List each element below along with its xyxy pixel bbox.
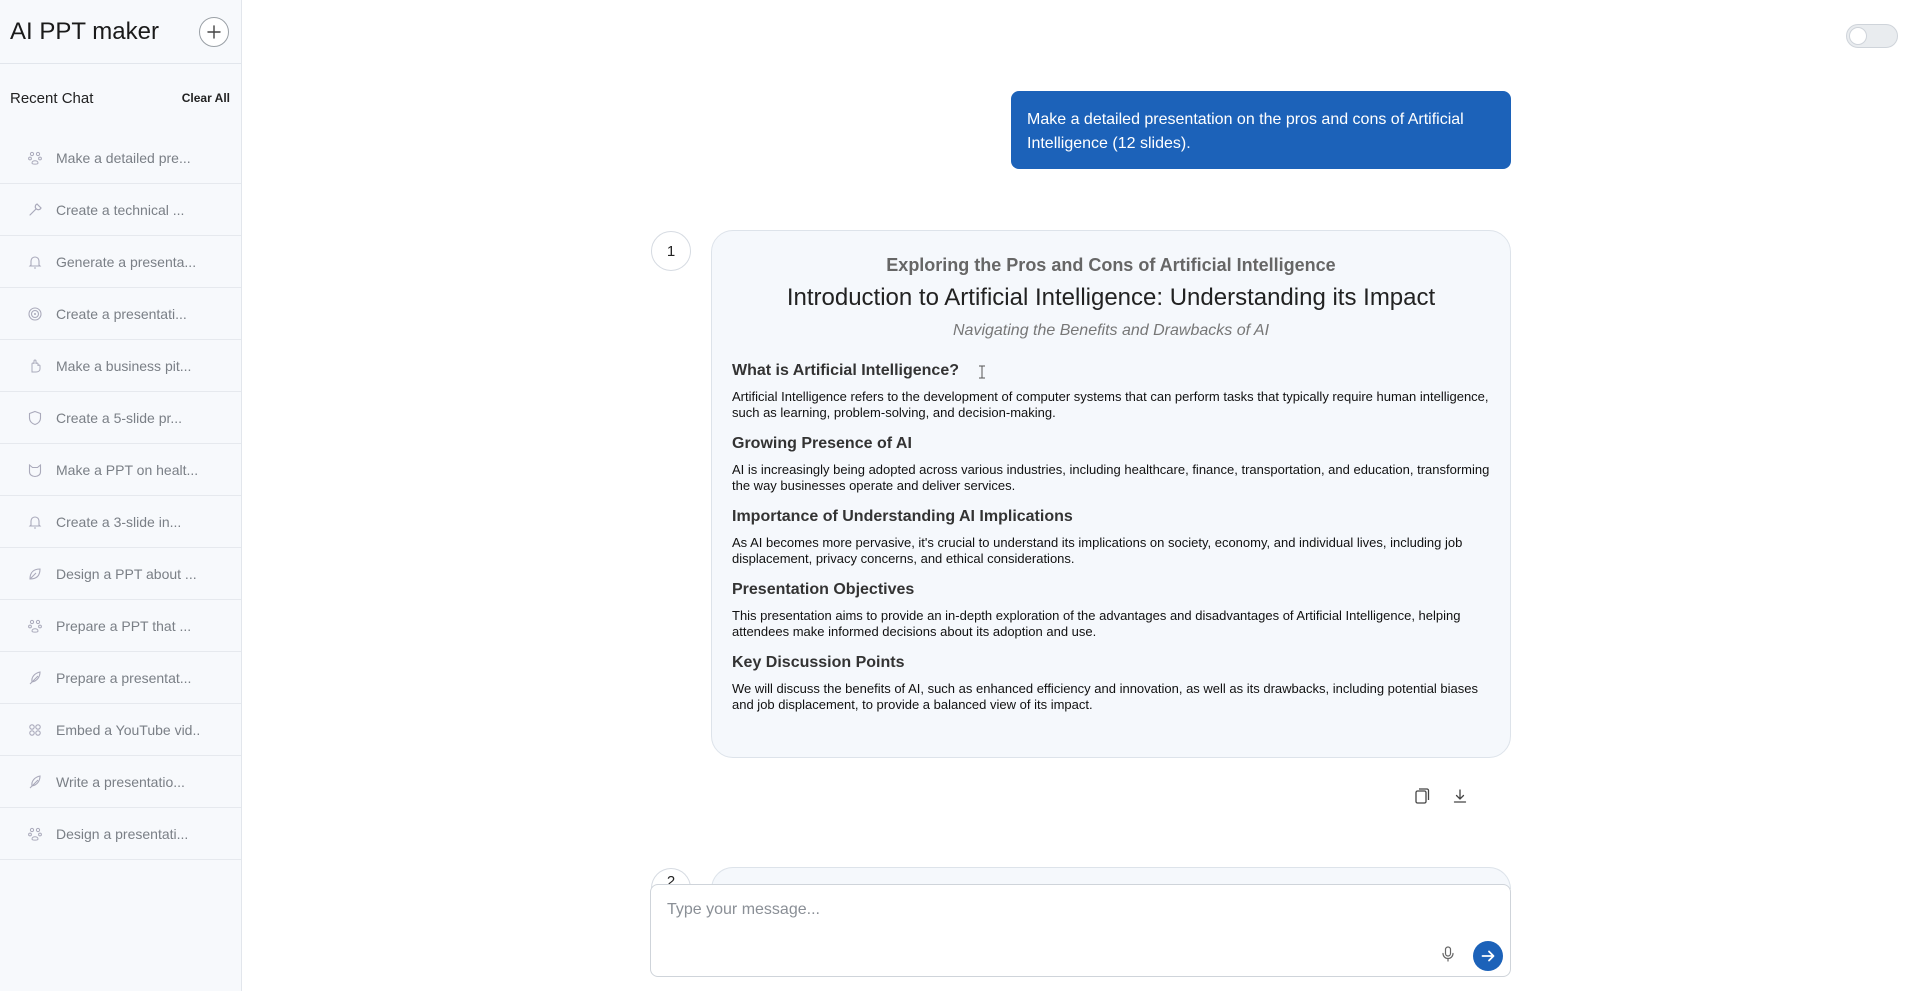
section-heading: Key Discussion Points: [732, 654, 905, 671]
slide-section: What is Artificial Intelligence? Artific…: [732, 362, 1490, 421]
bell-icon: [26, 253, 44, 271]
cat-icon: [26, 461, 44, 479]
recent-chat-label: Make a detailed pre...: [56, 149, 191, 166]
paw-icon: [26, 149, 44, 167]
toggle-knob: [1849, 27, 1867, 45]
text-cursor-icon: [979, 365, 985, 379]
theme-toggle[interactable]: [1846, 24, 1898, 48]
slide-header: Exploring the Pros and Cons of Artificia…: [732, 255, 1490, 340]
bell-icon: [26, 513, 44, 531]
recent-chat-item[interactable]: Create a 5-slide pr...: [0, 392, 241, 444]
section-body: AI is increasingly being adopted across …: [732, 462, 1490, 493]
recent-chat-label: Create a presentati...: [56, 305, 187, 322]
feather-icon: [26, 669, 44, 687]
recent-chat-label: Generate a presenta...: [56, 253, 197, 270]
recent-chat-item[interactable]: Write a presentatio...: [0, 756, 241, 808]
app-title: AI PPT maker: [10, 17, 159, 45]
recent-chat-item[interactable]: Design a presentati...: [0, 808, 241, 860]
slide-subtitle: Navigating the Benefits and Drawbacks of…: [952, 322, 1270, 339]
spiral-icon: [26, 305, 44, 323]
slide-number-badge: 1: [651, 231, 691, 271]
leaf-icon: [26, 565, 44, 583]
microphone-icon: [1442, 946, 1454, 962]
recent-chat-label: Write a presentatio...: [56, 773, 185, 790]
section-body: Artificial Intelligence refers to the de…: [732, 389, 1489, 420]
recent-chat-item[interactable]: Make a business pit...: [0, 340, 241, 392]
download-icon: [1453, 789, 1467, 803]
slide-section: Growing Presence of AI AI is increasingl…: [732, 435, 1490, 494]
recent-chat-label: Create a 5-slide pr...: [56, 409, 183, 426]
mic-button[interactable]: [1437, 942, 1459, 966]
recent-chat-label: Prepare a presentat...: [56, 669, 192, 686]
sidebar-header: AI PPT maker: [0, 0, 241, 64]
section-body: We will discuss the benefits of AI, such…: [732, 681, 1478, 712]
section-body: This presentation aims to provide an in-…: [732, 608, 1461, 639]
hand-icon: [26, 357, 44, 375]
recent-chat-label: Embed a YouTube vid..: [56, 721, 201, 738]
paw-icon: [26, 825, 44, 843]
slide-actions: [1412, 786, 1470, 806]
recent-chat-label: Design a presentati...: [56, 825, 189, 842]
recent-chat-label: Create a 3-slide in...: [56, 513, 182, 530]
slide-section: Presentation Objectives This presentatio…: [732, 581, 1490, 640]
message-composer: [650, 884, 1511, 977]
recent-chat-item[interactable]: Make a detailed pre...: [0, 132, 241, 184]
grid-icon: [26, 721, 44, 739]
recent-chat-item[interactable]: Create a technical ...: [0, 184, 241, 236]
download-button[interactable]: [1450, 786, 1470, 806]
slide-title: Introduction to Artificial Intelligence:…: [786, 284, 1436, 311]
recent-chat-list: Make a detailed pre... Create a technica…: [0, 132, 241, 860]
new-chat-button[interactable]: [199, 16, 229, 47]
shield-icon: [26, 409, 44, 427]
recent-chat-item[interactable]: Embed a YouTube vid..: [0, 704, 241, 756]
recent-chat-item[interactable]: Create a 3-slide in...: [0, 496, 241, 548]
recent-chat-item[interactable]: Design a PPT about ...: [0, 548, 241, 600]
paw-icon: [26, 617, 44, 635]
section-heading: Growing Presence of AI: [732, 435, 912, 452]
message-input[interactable]: [667, 901, 1447, 941]
slide-kicker: Exploring the Pros and Cons of Artificia…: [886, 255, 1336, 275]
recent-chat-item[interactable]: Create a presentati...: [0, 288, 241, 340]
slide-section: Importance of Understanding AI Implicati…: [732, 508, 1490, 567]
section-body: As AI becomes more pervasive, it's cruci…: [732, 535, 1463, 566]
section-heading: What is Artificial Intelligence?: [732, 362, 959, 379]
plus-icon: [207, 24, 221, 39]
recent-chat-label: Recent Chat: [10, 89, 94, 107]
clear-all-button[interactable]: Clear All: [182, 91, 230, 105]
recent-chat-item[interactable]: Generate a presenta...: [0, 236, 241, 288]
recent-chat-header: Recent Chat Clear All: [0, 64, 241, 132]
send-button[interactable]: [1473, 941, 1503, 971]
user-message: Make a detailed presentation on the pros…: [1011, 91, 1511, 169]
slide-card: Exploring the Pros and Cons of Artificia…: [711, 230, 1511, 758]
recent-chat-item[interactable]: Make a PPT on healt...: [0, 444, 241, 496]
recent-chat-label: Prepare a PPT that ...: [56, 617, 192, 634]
copy-button[interactable]: [1412, 786, 1432, 806]
recent-chat-item[interactable]: Prepare a presentat...: [0, 652, 241, 704]
section-heading: Presentation Objectives: [732, 581, 915, 598]
section-heading: Importance of Understanding AI Implicati…: [732, 508, 1073, 525]
recent-chat-label: Make a PPT on healt...: [56, 461, 199, 478]
slide-section: Key Discussion Points We will discuss th…: [732, 654, 1490, 713]
recent-chat-item[interactable]: Prepare a PPT that ...: [0, 600, 241, 652]
recent-chat-label: Design a PPT about ...: [56, 565, 197, 582]
recent-chat-label: Make a business pit...: [56, 357, 192, 374]
recent-chat-label: Create a technical ...: [56, 201, 185, 218]
copy-icon: [1415, 788, 1430, 804]
sidebar: AI PPT maker Recent Chat Clear All Make …: [0, 0, 242, 991]
arrow-right-icon: [1481, 950, 1495, 962]
feather-icon: [26, 773, 44, 791]
wrench-icon: [26, 201, 44, 219]
